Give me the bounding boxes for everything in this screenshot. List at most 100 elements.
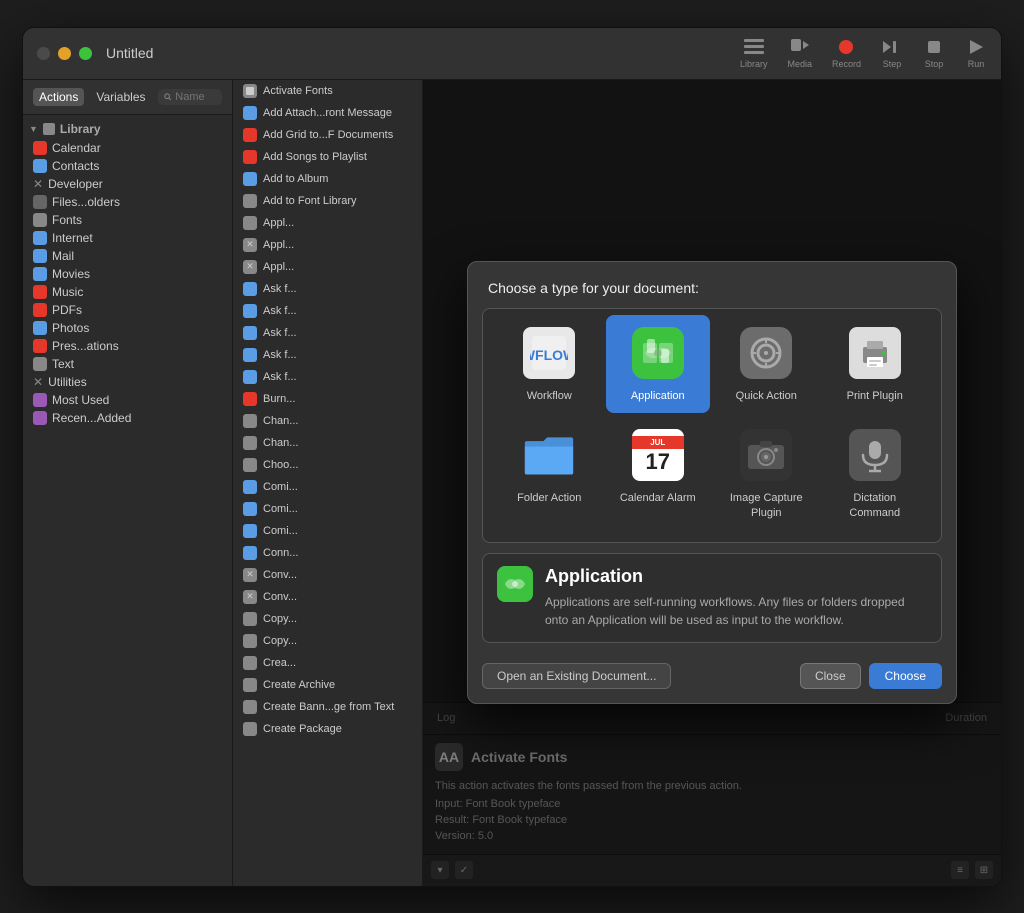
sidebar-item-photos[interactable]: Photos	[23, 319, 232, 337]
doc-type-print-plugin[interactable]: Print Plugin	[823, 315, 928, 413]
search-icon	[164, 92, 172, 102]
desc-text: Applications are self-running workflows.…	[545, 593, 927, 629]
list-item[interactable]: Activate Fonts	[233, 80, 422, 102]
action-icon	[243, 326, 257, 340]
list-item[interactable]: Copy...	[233, 630, 422, 652]
toolbar-media-btn[interactable]: Media	[787, 38, 812, 69]
music-label: Music	[52, 285, 83, 299]
toolbar-record-btn[interactable]: Record	[832, 38, 861, 69]
close-button[interactable]	[37, 47, 50, 60]
action-icon	[243, 414, 257, 428]
list-item[interactable]: Add to Font Library	[233, 190, 422, 212]
library-icon	[42, 122, 56, 136]
list-item[interactable]: Ask f...	[233, 366, 422, 388]
sidebar-item-presentations[interactable]: Pres...ations	[23, 337, 232, 355]
sidebar-item-pdfs[interactable]: PDFs	[23, 301, 232, 319]
traffic-lights	[37, 47, 92, 60]
list-item[interactable]: Comi...	[233, 520, 422, 542]
sidebar-header: Actions Variables	[23, 80, 232, 115]
action-icon	[243, 392, 257, 406]
list-item[interactable]: Appl...	[233, 212, 422, 234]
close-button[interactable]: Close	[800, 663, 861, 689]
choose-button[interactable]: Choose	[869, 663, 942, 689]
doc-type-folder-action[interactable]: Folder Action	[497, 417, 602, 530]
action-icon	[243, 458, 257, 472]
list-item[interactable]: Crea...	[233, 652, 422, 674]
tab-actions[interactable]: Actions	[33, 88, 84, 106]
list-item[interactable]: Choo...	[233, 454, 422, 476]
sidebar-item-files[interactable]: Files...olders	[23, 193, 232, 211]
toolbar-stop-btn[interactable]: Stop	[923, 38, 945, 69]
open-existing-button[interactable]: Open an Existing Document...	[482, 663, 671, 689]
doc-type-workflow[interactable]: WFLOW Workflow	[497, 315, 602, 413]
calendar-alarm-type-label: Calendar Alarm	[620, 491, 696, 505]
list-item[interactable]: Burn...	[233, 388, 422, 410]
action-icon	[243, 128, 257, 142]
toolbar-run-btn[interactable]: Run	[965, 38, 987, 69]
list-item[interactable]: ✕Conv...	[233, 586, 422, 608]
library-section[interactable]: ▼ Library	[23, 119, 232, 139]
list-item[interactable]: Add Attach...ront Message	[233, 102, 422, 124]
action-icon	[243, 194, 257, 208]
desc-title: Application	[545, 566, 927, 587]
sidebar-item-calendar[interactable]: Calendar	[23, 139, 232, 157]
folder-action-type-icon	[521, 427, 577, 483]
image-capture-type-icon	[738, 427, 794, 483]
list-item[interactable]: Create Package	[233, 718, 422, 740]
sidebar-item-contacts[interactable]: Contacts	[23, 157, 232, 175]
sidebar-item-music[interactable]: Music	[23, 283, 232, 301]
doc-type-calendar-alarm[interactable]: JUL 17 Calendar Alarm	[606, 417, 711, 530]
recently-added-icon	[33, 411, 47, 425]
list-item[interactable]: Copy...	[233, 608, 422, 630]
sidebar-item-fonts[interactable]: Fonts	[23, 211, 232, 229]
action-icon	[243, 172, 257, 186]
app-window: Untitled Library Media Record	[22, 27, 1002, 887]
list-item[interactable]: ✕Appl...	[233, 234, 422, 256]
sidebar-item-text[interactable]: Text	[23, 355, 232, 373]
doc-type-dictation[interactable]: Dictation Command	[823, 417, 928, 530]
list-item[interactable]: Comi...	[233, 476, 422, 498]
sidebar-item-movies[interactable]: Movies	[23, 265, 232, 283]
list-item[interactable]: Create Archive	[233, 674, 422, 696]
list-item[interactable]: ✕Appl...	[233, 256, 422, 278]
list-item[interactable]: Ask f...	[233, 300, 422, 322]
sidebar-item-utilities[interactable]: ✕ Utilities	[23, 373, 232, 391]
library-label: Library	[740, 59, 768, 69]
list-item[interactable]: Ask f...	[233, 278, 422, 300]
list-item[interactable]: Chan...	[233, 410, 422, 432]
doc-type-application[interactable]: Application	[606, 315, 711, 413]
list-item[interactable]: ✕Conv...	[233, 564, 422, 586]
list-item[interactable]: Ask f...	[233, 344, 422, 366]
maximize-button[interactable]	[79, 47, 92, 60]
doc-type-quick-action[interactable]: Quick Action	[714, 315, 819, 413]
action-icon: ✕	[243, 568, 257, 582]
sidebar-item-most-used[interactable]: Most Used	[23, 391, 232, 409]
list-item[interactable]: Chan...	[233, 432, 422, 454]
doc-type-grid: WFLOW Workflow	[482, 308, 942, 543]
list-item[interactable]: Add Grid to...F Documents	[233, 124, 422, 146]
quick-action-svg	[748, 335, 784, 371]
tab-variables[interactable]: Variables	[90, 88, 151, 106]
record-label: Record	[832, 59, 861, 69]
run-label: Run	[968, 59, 985, 69]
sidebar-item-developer[interactable]: ✕ Developer	[23, 175, 232, 193]
action-icon	[243, 546, 257, 560]
toolbar-library-btn[interactable]: Library	[740, 38, 768, 69]
list-item[interactable]: Create Bann...ge from Text	[233, 696, 422, 718]
application-svg	[640, 335, 676, 371]
list-item[interactable]: Ask f...	[233, 322, 422, 344]
doc-type-image-capture[interactable]: Image Capture Plugin	[714, 417, 819, 530]
sidebar-item-mail[interactable]: Mail	[23, 247, 232, 265]
action-icon: ✕	[243, 260, 257, 274]
action-icon	[243, 524, 257, 538]
sidebar-item-internet[interactable]: Internet	[23, 229, 232, 247]
minimize-button[interactable]	[58, 47, 71, 60]
list-item[interactable]: Add Songs to Playlist	[233, 146, 422, 168]
list-item[interactable]: Add to Album	[233, 168, 422, 190]
list-item[interactable]: Conn...	[233, 542, 422, 564]
sidebar-item-recently-added[interactable]: Recen...Added	[23, 409, 232, 427]
files-icon	[33, 195, 47, 209]
toolbar-step-btn[interactable]: Step	[881, 38, 903, 69]
search-input[interactable]	[175, 91, 216, 103]
list-item[interactable]: Comi...	[233, 498, 422, 520]
